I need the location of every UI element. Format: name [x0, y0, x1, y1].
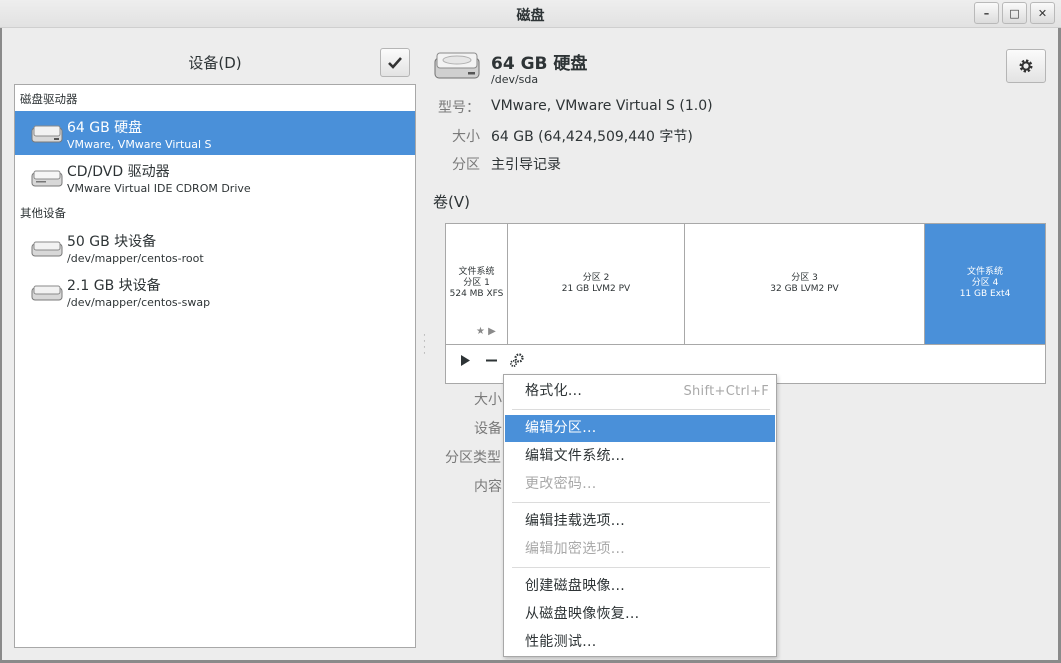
select-mode-button[interactable] [380, 48, 410, 77]
menu-item-label: 编辑分区... [525, 420, 597, 436]
menu-separator [512, 409, 770, 410]
device-name: 50 GB 块设备 [67, 234, 157, 250]
minus-icon [486, 359, 497, 362]
size-label: 大小 [452, 129, 480, 145]
device-subtitle: VMware Virtual IDE CDROM Drive [67, 182, 251, 195]
block-device-icon [31, 241, 63, 257]
menu-item-label: 格式化... [525, 383, 583, 399]
partition-4[interactable]: 文件系统 分区 4 11 GB Ext4 [925, 224, 1045, 344]
partition-line: 分区 3 [791, 273, 818, 283]
minimize-icon: – [983, 6, 990, 20]
vol-size-label: 大小 [474, 392, 502, 408]
hard-disk-icon [434, 52, 480, 79]
partition-options-button[interactable] [509, 353, 525, 372]
menu-item-label: 性能测试... [525, 634, 597, 650]
menu-item-benchmark[interactable]: 性能测试... [505, 629, 775, 656]
gear-icon [1019, 59, 1033, 73]
device-item-2gb-block[interactable]: 2.1 GB 块设备 /dev/mapper/centos-swap [15, 269, 415, 313]
disk-title: 64 GB 硬盘 [491, 54, 588, 74]
expand-arrow-icon: ▶ [488, 326, 496, 337]
pane-resize-handle[interactable]: · · · · [423, 332, 427, 359]
partition-context-menu: 格式化... Shift+Ctrl+F 编辑分区... 编辑文件系统... 更改密… [503, 374, 777, 657]
menu-separator [512, 567, 770, 568]
device-item-64gb-disk[interactable]: 64 GB 硬盘 VMware, VMware Virtual S [15, 111, 415, 155]
menu-item-accelerator: Shift+Ctrl+F [683, 384, 769, 399]
model-label: 型号： [438, 100, 480, 116]
vol-device-label: 设备 [474, 421, 502, 437]
checkmark-icon [388, 56, 402, 69]
star-icon: ★ [476, 326, 485, 337]
device-list: 磁盘驱动器 64 GB 硬盘 VMware, VMware Virtual S … [14, 84, 416, 648]
device-item-cdrom[interactable]: CD/DVD 驱动器 VMware Virtual IDE CDROM Driv… [15, 155, 415, 199]
menu-item-edit-partition[interactable]: 编辑分区... [505, 415, 775, 442]
partition-line: 32 GB LVM2 PV [770, 284, 839, 294]
device-name: CD/DVD 驱动器 [67, 164, 170, 180]
partition-line: 分区 1 [463, 278, 490, 288]
play-icon [461, 355, 470, 366]
device-subtitle: /dev/mapper/centos-root [67, 252, 204, 265]
disk-settings-button[interactable] [1006, 49, 1046, 83]
partition-3[interactable]: 分区 3 32 GB LVM2 PV [685, 224, 925, 344]
volumes-heading: 卷(V) [433, 193, 470, 211]
menu-item-label: 编辑加密选项... [525, 541, 626, 557]
group-label-other: 其他设备 [20, 206, 66, 220]
menu-item-edit-encryption-options: 编辑加密选项... [505, 536, 775, 563]
vol-contents-label: 内容 [474, 479, 502, 495]
disk-path: /dev/sda [491, 73, 539, 86]
maximize-icon: □ [1009, 6, 1020, 20]
partition-line: 文件系统 [458, 267, 495, 277]
partition-1[interactable]: 文件系统 分区 1 524 MB XFS ★ ▶ [446, 224, 508, 344]
menu-item-label: 编辑文件系统... [525, 448, 626, 464]
hard-disk-icon [31, 125, 63, 143]
partition-line: 文件系统 [966, 267, 1003, 277]
partition-2[interactable]: 分区 2 21 GB LVM2 PV [508, 224, 685, 344]
volumes-toolbar-separator [446, 344, 1045, 345]
partitioning-label: 分区 [452, 157, 480, 173]
partition-line: 524 MB XFS [449, 289, 504, 299]
menu-item-label: 从磁盘映像恢复... [525, 606, 640, 622]
partition-line: 21 GB LVM2 PV [561, 284, 631, 294]
close-icon: ✕ [1037, 6, 1048, 20]
partition-line: 11 GB Ext4 [959, 289, 1011, 299]
window-title: 磁盘 [516, 8, 545, 24]
optical-drive-icon [31, 170, 63, 187]
model-value: VMware, VMware Virtual S (1.0) [491, 98, 713, 114]
menu-item-label: 编辑挂载选项... [525, 513, 626, 529]
maximize-button[interactable]: □ [1002, 2, 1027, 24]
device-subtitle: /dev/mapper/centos-swap [67, 296, 211, 309]
mount-button[interactable] [460, 355, 470, 370]
menu-separator [512, 502, 770, 503]
minimize-button[interactable]: – [974, 2, 999, 24]
group-label-drives: 磁盘驱动器 [20, 92, 78, 106]
menu-item-edit-filesystem[interactable]: 编辑文件系统... [505, 443, 775, 470]
vol-parttype-label: 分区类型 [445, 450, 501, 466]
window-border-left [0, 28, 2, 663]
menu-item-edit-mount-options[interactable]: 编辑挂载选项... [505, 508, 775, 535]
device-name: 64 GB 硬盘 [67, 120, 143, 136]
volumes-graph: 文件系统 分区 1 524 MB XFS ★ ▶ 分区 2 21 GB LVM2… [445, 223, 1046, 384]
menu-item-restore-image[interactable]: 从磁盘映像恢复... [505, 601, 775, 628]
device-name: 2.1 GB 块设备 [67, 278, 161, 294]
menu-item-change-passphrase: 更改密码... [505, 471, 775, 498]
devices-header: 设备(D) [188, 54, 242, 72]
device-subtitle: VMware, VMware Virtual S [67, 138, 212, 151]
size-value: 64 GB (64,424,509,440 字节) [491, 129, 693, 145]
partitioning-value: 主引导记录 [491, 157, 561, 173]
close-button[interactable]: ✕ [1030, 2, 1055, 24]
block-device-icon [31, 285, 63, 301]
gears-icon [510, 353, 524, 367]
menu-item-format[interactable]: 格式化... Shift+Ctrl+F [505, 378, 775, 405]
partition-line: 分区 2 [582, 273, 610, 283]
device-item-50gb-block[interactable]: 50 GB 块设备 /dev/mapper/centos-root [15, 225, 415, 269]
delete-partition-button[interactable] [486, 355, 497, 370]
menu-item-create-image[interactable]: 创建磁盘映像... [505, 573, 775, 600]
partition-line: 分区 4 [971, 278, 999, 288]
menu-item-label: 更改密码... [525, 476, 597, 492]
menu-item-label: 创建磁盘映像... [525, 578, 626, 594]
